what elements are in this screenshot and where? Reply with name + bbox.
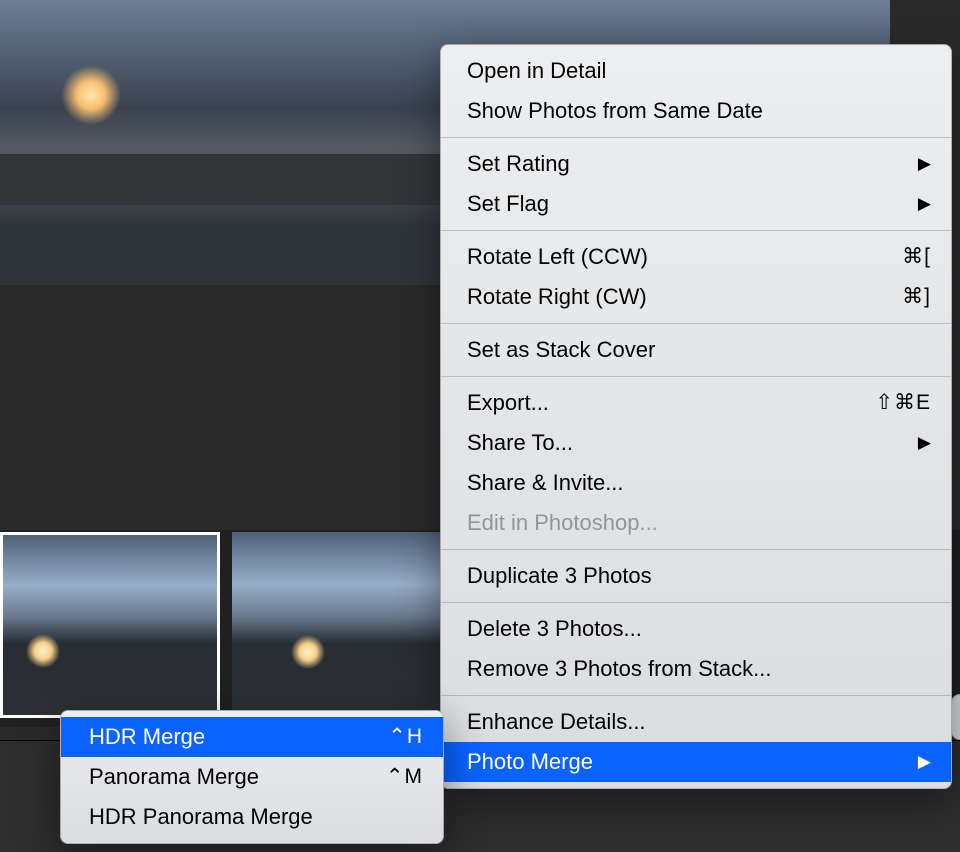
- menu-label: Photo Merge: [467, 746, 593, 778]
- submenu-item-hdr-panorama-merge[interactable]: HDR Panorama Merge: [61, 797, 443, 837]
- menu-label: Share To...: [467, 427, 573, 459]
- menu-separator: [441, 230, 951, 231]
- menu-label: Duplicate 3 Photos: [467, 560, 652, 592]
- menu-item-stack-cover[interactable]: Set as Stack Cover: [441, 330, 951, 370]
- menu-item-set-rating[interactable]: Set Rating ▶: [441, 144, 951, 184]
- menu-label: Enhance Details...: [467, 706, 646, 738]
- menu-item-export[interactable]: Export... ⇧⌘E: [441, 383, 951, 423]
- thumbnail-1[interactable]: [0, 532, 220, 718]
- menu-shortcut: ⇧⌘E: [875, 387, 931, 419]
- thumb-highlight: [288, 632, 328, 672]
- photo-merge-submenu: HDR Merge ⌃H Panorama Merge ⌃M HDR Panor…: [60, 710, 444, 844]
- menu-label: Set as Stack Cover: [467, 334, 655, 366]
- menu-item-edit-photoshop: Edit in Photoshop...: [441, 503, 951, 543]
- submenu-arrow-icon: ▶: [918, 148, 931, 180]
- menu-label: Panorama Merge: [89, 761, 259, 793]
- menu-label: HDR Panorama Merge: [89, 801, 313, 833]
- menu-shortcut: ⌘[: [902, 241, 931, 273]
- menu-label: Rotate Right (CW): [467, 281, 647, 313]
- menu-separator: [441, 137, 951, 138]
- menu-label: Set Rating: [467, 148, 570, 180]
- menu-item-same-date[interactable]: Show Photos from Same Date: [441, 91, 951, 131]
- submenu-arrow-icon: ▶: [918, 746, 931, 778]
- menu-item-open-detail[interactable]: Open in Detail: [441, 51, 951, 91]
- menu-separator: [441, 549, 951, 550]
- menu-separator: [441, 376, 951, 377]
- side-tab-handle[interactable]: [951, 694, 960, 740]
- menu-item-delete[interactable]: Delete 3 Photos...: [441, 609, 951, 649]
- menu-label: Share & Invite...: [467, 467, 624, 499]
- menu-label: Set Flag: [467, 188, 549, 220]
- menu-label: Show Photos from Same Date: [467, 95, 763, 127]
- context-menu: Open in Detail Show Photos from Same Dat…: [440, 44, 952, 789]
- menu-label: Export...: [467, 387, 549, 419]
- thumbnail-2[interactable]: [232, 532, 452, 718]
- menu-label: Remove 3 Photos from Stack...: [467, 653, 771, 685]
- menu-shortcut: ⌃H: [388, 721, 423, 753]
- menu-item-duplicate[interactable]: Duplicate 3 Photos: [441, 556, 951, 596]
- menu-item-remove-stack[interactable]: Remove 3 Photos from Stack...: [441, 649, 951, 689]
- submenu-arrow-icon: ▶: [918, 188, 931, 220]
- menu-item-share-invite[interactable]: Share & Invite...: [441, 463, 951, 503]
- menu-item-set-flag[interactable]: Set Flag ▶: [441, 184, 951, 224]
- menu-item-enhance-details[interactable]: Enhance Details...: [441, 702, 951, 742]
- menu-label: Delete 3 Photos...: [467, 613, 642, 645]
- menu-item-photo-merge[interactable]: Photo Merge ▶: [441, 742, 951, 782]
- menu-label: HDR Merge: [89, 721, 205, 753]
- submenu-item-hdr-merge[interactable]: HDR Merge ⌃H: [61, 717, 443, 757]
- menu-item-rotate-left[interactable]: Rotate Left (CCW) ⌘[: [441, 237, 951, 277]
- submenu-item-panorama-merge[interactable]: Panorama Merge ⌃M: [61, 757, 443, 797]
- menu-shortcut: ⌘]: [902, 281, 931, 313]
- menu-item-rotate-right[interactable]: Rotate Right (CW) ⌘]: [441, 277, 951, 317]
- app-viewport: Open in Detail Show Photos from Same Dat…: [0, 0, 960, 852]
- menu-label: Edit in Photoshop...: [467, 507, 658, 539]
- menu-separator: [441, 602, 951, 603]
- menu-separator: [441, 695, 951, 696]
- thumb-highlight: [23, 631, 63, 671]
- photo-highlight: [56, 60, 126, 130]
- menu-item-share-to[interactable]: Share To... ▶: [441, 423, 951, 463]
- menu-shortcut: ⌃M: [386, 761, 423, 793]
- menu-separator: [441, 323, 951, 324]
- menu-label: Open in Detail: [467, 55, 606, 87]
- submenu-arrow-icon: ▶: [918, 427, 931, 459]
- menu-label: Rotate Left (CCW): [467, 241, 648, 273]
